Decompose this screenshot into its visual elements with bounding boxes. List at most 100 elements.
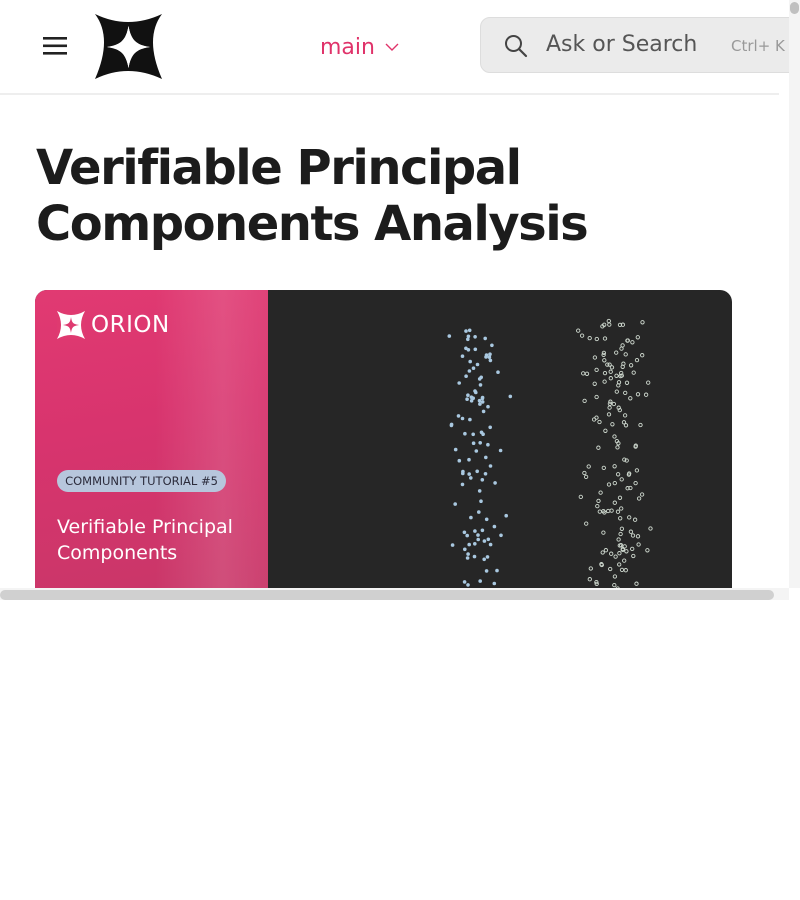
scatter-point-filled xyxy=(480,528,485,533)
scatter-point-filled xyxy=(466,552,470,556)
page-title: Verifiable Principal Components Analysis xyxy=(36,140,589,252)
scatter-illustration xyxy=(447,318,653,600)
scatter-point-filled xyxy=(467,457,471,462)
scatter-point-hollow xyxy=(633,480,638,486)
scatter-point-hollow xyxy=(630,533,636,538)
scatter-point-hollow xyxy=(603,548,609,553)
scatter-point-hollow xyxy=(607,322,612,327)
scatter-point-filled xyxy=(473,542,477,546)
scatter-point-filled xyxy=(465,556,470,560)
scatter-point-hollow xyxy=(646,380,651,385)
scatter-point-filled xyxy=(464,346,468,351)
scatter-point-hollow xyxy=(623,423,629,428)
chevron-down-icon xyxy=(385,43,399,51)
cover-image: ORION COMMUNITY TUTORIAL #5 Verifiable P… xyxy=(35,290,732,600)
scatter-point-filled xyxy=(463,431,467,436)
scatter-point-filled xyxy=(488,464,493,468)
scatter-point-hollow xyxy=(617,562,622,567)
horizontal-scrollbar[interactable] xyxy=(0,588,789,600)
scatter-point-filled xyxy=(466,583,470,587)
scatter-point-filled xyxy=(467,369,472,373)
scatter-point-hollow xyxy=(612,582,617,588)
scatter-point-filled xyxy=(486,537,491,542)
scatter-point-hollow xyxy=(597,509,602,514)
scatter-point-filled xyxy=(471,432,475,437)
scatter-point-filled xyxy=(493,481,497,485)
scatter-point-hollow xyxy=(648,526,653,531)
scatter-point-hollow xyxy=(645,548,650,553)
scatter-point-hollow xyxy=(628,363,634,368)
scatter-point-filled xyxy=(457,458,462,463)
scatter-point-hollow xyxy=(630,546,635,552)
scatter-point-filled xyxy=(471,366,476,370)
scatter-point-hollow xyxy=(632,517,638,522)
scatter-point-hollow xyxy=(587,577,592,582)
scatter-point-filled xyxy=(468,417,472,422)
scatter-point-filled xyxy=(449,423,454,428)
scatter-point-hollow xyxy=(606,482,612,487)
scatter-point-filled xyxy=(472,554,477,559)
scatter-point-hollow xyxy=(579,333,585,338)
scatter-point-hollow xyxy=(614,389,619,394)
scatter-point-hollow xyxy=(587,335,592,341)
scatter-point-hollow xyxy=(594,336,599,342)
scatter-point-hollow xyxy=(602,379,607,384)
scatter-point-filled xyxy=(473,347,478,352)
horizontal-scrollbar-thumb[interactable] xyxy=(0,590,774,600)
orion-logo-icon xyxy=(57,311,85,339)
scatter-point-hollow xyxy=(622,544,627,549)
scatter-point-hollow xyxy=(618,531,623,537)
scatter-point-filled xyxy=(479,430,484,435)
scatter-point-hollow xyxy=(613,554,618,559)
scatter-point-hollow xyxy=(583,474,589,480)
scatter-point-filled xyxy=(475,362,480,367)
search-box[interactable]: Ask or Search Ctrl+ K xyxy=(480,17,800,73)
scatter-point-hollow xyxy=(615,445,620,450)
scatter-point-hollow xyxy=(597,419,602,425)
scatter-point-hollow xyxy=(607,401,613,406)
scatter-point-hollow xyxy=(602,358,607,363)
scatter-point-hollow xyxy=(609,508,614,513)
scatter-point-filled xyxy=(483,336,487,341)
scatter-point-filled xyxy=(478,441,482,445)
scatter-point-hollow xyxy=(634,581,639,586)
scatter-point-hollow xyxy=(616,537,621,542)
scatter-point-hollow xyxy=(601,465,606,471)
vertical-scrollbar[interactable] xyxy=(789,0,800,588)
scatter-point-filled xyxy=(488,425,492,430)
browser-viewport: main Ask or Search Ctrl+ K Verifiable Pr… xyxy=(0,0,800,600)
scatter-point-hollow xyxy=(635,335,640,340)
search-shortcut-hint: Ctrl+ K xyxy=(731,37,785,55)
scatter-point-hollow xyxy=(602,336,608,341)
scatter-point-hollow xyxy=(617,495,623,500)
scatter-point-hollow xyxy=(581,371,586,376)
scatter-point-hollow xyxy=(631,370,636,375)
scatter-point-hollow xyxy=(620,343,625,348)
scatter-point-filled xyxy=(464,329,468,333)
scatter-point-filled xyxy=(462,530,467,535)
scatter-point-filled xyxy=(477,398,482,403)
branch-selector[interactable]: main xyxy=(320,31,399,63)
hamburger-menu-icon[interactable] xyxy=(40,33,70,59)
scatter-point-hollow xyxy=(591,417,597,422)
scatter-point-filled xyxy=(488,358,493,363)
scatter-point-hollow xyxy=(592,381,597,386)
site-logo-icon[interactable] xyxy=(93,12,164,81)
scatter-point-filled xyxy=(490,343,494,348)
scatter-point-hollow xyxy=(623,352,628,357)
scatter-point-hollow xyxy=(635,534,641,539)
tutorial-badge: COMMUNITY TUTORIAL #5 xyxy=(57,470,226,492)
scatter-point-hollow xyxy=(606,412,612,417)
scatter-point-filled xyxy=(469,515,473,520)
scatter-point-filled xyxy=(492,581,497,586)
scatter-point-hollow xyxy=(582,470,587,476)
scatter-point-filled xyxy=(471,441,476,445)
scatter-point-filled xyxy=(486,404,490,409)
scatter-point-filled xyxy=(477,510,481,514)
vertical-scrollbar-thumb[interactable] xyxy=(790,2,799,14)
scatter-point-filled xyxy=(482,557,486,562)
scatter-point-hollow xyxy=(594,394,599,400)
scatter-point-filled xyxy=(475,469,479,474)
scatter-point-filled xyxy=(473,335,477,339)
scatter-point-filled xyxy=(467,328,472,333)
